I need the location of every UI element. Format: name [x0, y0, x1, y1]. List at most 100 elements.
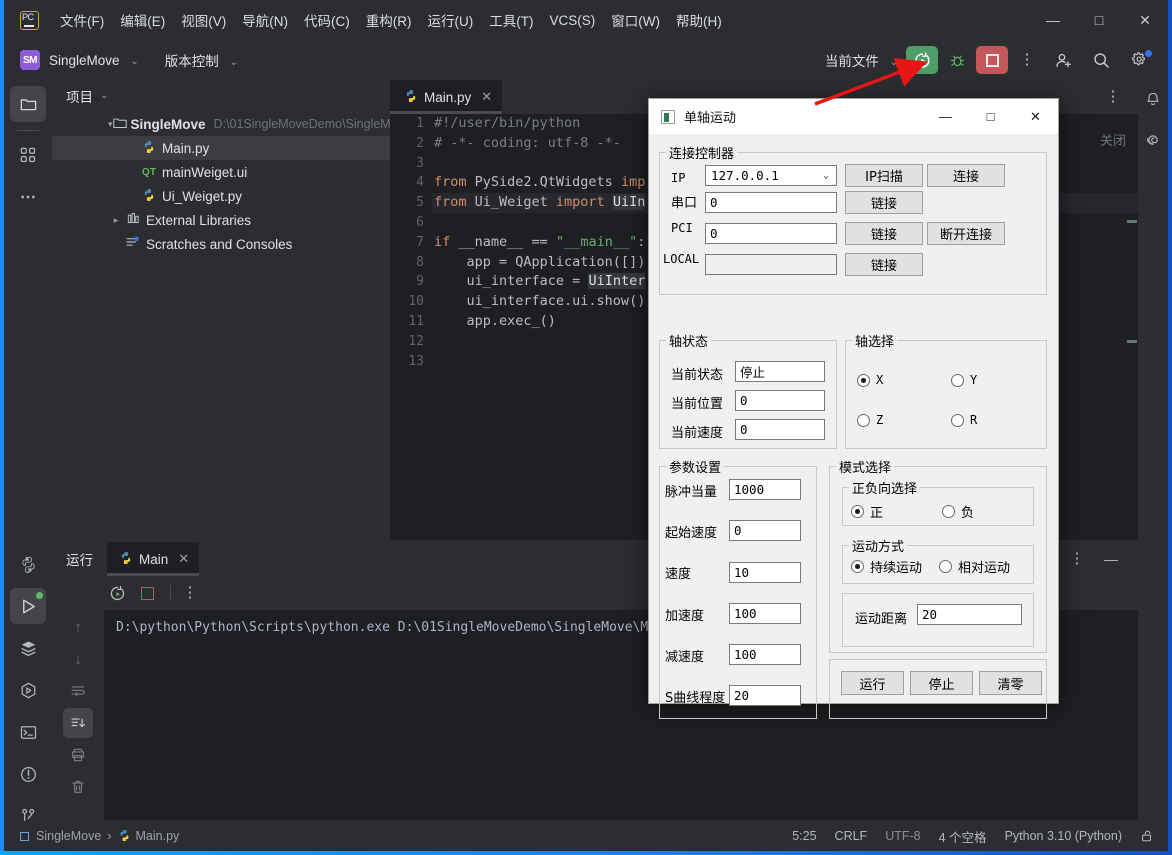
- local-input[interactable]: [705, 254, 837, 275]
- indent-setting[interactable]: 4 个空格: [939, 827, 987, 846]
- current-position-input[interactable]: 0: [735, 390, 825, 411]
- menu-item-run[interactable]: 运行(U): [421, 7, 481, 33]
- project-panel-header[interactable]: 项目 ⌄: [52, 80, 390, 112]
- sidebar-item-services[interactable]: [10, 630, 46, 666]
- axis-radio-y[interactable]: Y: [951, 373, 977, 387]
- stop-icon[interactable]: [134, 581, 160, 605]
- tree-node-singlemove[interactable]: ▾ SingleMove D:\01SingleMoveDemo\SingleM…: [52, 112, 411, 136]
- direction-radio-negative[interactable]: 负: [942, 502, 974, 521]
- serial-port-input[interactable]: 0: [705, 192, 837, 213]
- motion-radio-relative[interactable]: 相对运动: [939, 557, 1010, 576]
- vcs-widget[interactable]: 版本控制 ⌄: [165, 50, 238, 70]
- python-interpreter[interactable]: Python 3.10 (Python): [1005, 829, 1122, 843]
- dialog-maximize-icon[interactable]: □: [968, 99, 1013, 135]
- run-configuration-selector[interactable]: 当前文件 ⌄: [825, 50, 898, 70]
- stop-icon[interactable]: [976, 46, 1008, 74]
- more-vertical-icon[interactable]: ⋮: [177, 581, 203, 605]
- motion-distance-input[interactable]: 20: [917, 604, 1022, 625]
- debug-icon[interactable]: [942, 46, 972, 74]
- close-icon[interactable]: ✕: [1122, 0, 1168, 40]
- minimize-tool-window-icon[interactable]: —: [1096, 545, 1126, 573]
- breadcrumb-file[interactable]: Main.py: [136, 829, 180, 843]
- breadcrumb-project[interactable]: SingleMove: [36, 829, 101, 843]
- file-encoding[interactable]: UTF-8: [885, 829, 920, 843]
- tree-node-mainweigetui[interactable]: QT mainWeiget.ui: [52, 160, 390, 184]
- search-icon[interactable]: [1084, 46, 1118, 74]
- reset-button[interactable]: 清零: [979, 671, 1042, 695]
- unlocked-icon[interactable]: [1140, 829, 1154, 844]
- menu-item-window[interactable]: 窗口(W): [604, 7, 667, 33]
- maximize-icon[interactable]: □: [1076, 0, 1122, 40]
- scroll-up-icon[interactable]: ↑: [63, 612, 93, 642]
- close-icon[interactable]: ✕: [178, 551, 189, 567]
- tree-node-mainpy[interactable]: Main.py: [52, 136, 390, 160]
- menu-item-code[interactable]: 代码(C): [297, 7, 357, 33]
- more-vertical-icon[interactable]: ⋮: [1098, 83, 1128, 111]
- current-speed-input[interactable]: 0: [735, 419, 825, 440]
- sidebar-item-run[interactable]: [10, 588, 46, 624]
- more-vertical-icon[interactable]: ⋮: [1062, 545, 1092, 573]
- more-vertical-icon[interactable]: ⋮: [1012, 46, 1042, 74]
- ai-assistant-spiral-icon[interactable]: [1138, 120, 1168, 160]
- acceleration-input[interactable]: 100: [729, 603, 801, 624]
- line-separator[interactable]: CRLF: [835, 829, 868, 843]
- sidebar-item-structure[interactable]: [10, 137, 46, 173]
- menu-item-navigate[interactable]: 导航(N): [235, 7, 295, 33]
- s-curve-input[interactable]: 20: [729, 685, 801, 706]
- dialog-minimize-icon[interactable]: —: [923, 99, 968, 135]
- add-account-icon[interactable]: [1046, 46, 1080, 74]
- pci-connect-button[interactable]: 链接: [845, 222, 923, 245]
- sidebar-item-problems[interactable]: [10, 756, 46, 792]
- stop-button[interactable]: 停止: [910, 671, 973, 695]
- run-button[interactable]: 运行: [841, 671, 904, 695]
- start-speed-input[interactable]: 0: [729, 520, 801, 541]
- axis-radio-z[interactable]: Z: [857, 413, 883, 427]
- minimize-icon[interactable]: —: [1030, 0, 1076, 40]
- tree-node-external-libraries[interactable]: ▸ External Libraries: [52, 208, 390, 232]
- menu-item-edit[interactable]: 编辑(E): [113, 7, 172, 33]
- disconnect-button[interactable]: 断开连接: [927, 222, 1005, 245]
- caret-position[interactable]: 5:25: [792, 829, 816, 843]
- project-selector[interactable]: SingleMove ⌄: [49, 53, 139, 68]
- current-state-input[interactable]: 停止: [735, 361, 825, 382]
- sidebar-item-project[interactable]: [10, 86, 46, 122]
- axis-radio-x[interactable]: X: [857, 373, 883, 387]
- menu-item-view[interactable]: 视图(V): [174, 7, 233, 33]
- sidebar-item-terminal[interactable]: [10, 714, 46, 750]
- menu-item-refactor[interactable]: 重构(R): [359, 7, 419, 33]
- connect-button[interactable]: 连接: [927, 164, 1005, 187]
- pulse-equivalent-input[interactable]: 1000: [729, 479, 801, 500]
- menu-item-tools[interactable]: 工具(T): [482, 7, 540, 33]
- ip-scan-button[interactable]: IP扫描: [845, 164, 923, 187]
- direction-radio-positive[interactable]: 正: [851, 502, 883, 521]
- sidebar-item-more[interactable]: [10, 179, 46, 215]
- dialog-close-icon[interactable]: ✕: [1013, 99, 1058, 135]
- axis-radio-r[interactable]: R: [951, 413, 977, 427]
- scroll-to-end-icon[interactable]: [63, 708, 93, 738]
- run-with-coverage-icon[interactable]: [906, 46, 938, 74]
- tree-node-scratches[interactable]: Scratches and Consoles: [52, 232, 390, 256]
- sidebar-item-debug[interactable]: [10, 672, 46, 708]
- menu-item-vcs[interactable]: VCS(S): [543, 10, 603, 31]
- sidebar-item-python-console[interactable]: [10, 546, 46, 582]
- editor-tab-mainpy[interactable]: Main.py ✕: [390, 80, 503, 114]
- run-tab-main[interactable]: Main ✕: [107, 542, 200, 576]
- close-icon[interactable]: ✕: [481, 89, 492, 105]
- scroll-down-icon[interactable]: ↓: [63, 644, 93, 674]
- chevron-right-icon[interactable]: ▸: [108, 215, 124, 226]
- local-connect-button[interactable]: 链接: [845, 253, 923, 276]
- single-axis-motion-dialog[interactable]: 单轴运动 — □ ✕ 连接控制器 IP 127.0.0.1 ⌄ IP扫描 连接 …: [648, 98, 1059, 719]
- ip-combobox[interactable]: 127.0.0.1 ⌄: [705, 165, 837, 186]
- soft-wrap-icon[interactable]: [63, 676, 93, 706]
- notifications-bell-icon[interactable]: [1138, 80, 1168, 120]
- deceleration-input[interactable]: 100: [729, 644, 801, 665]
- serial-connect-button[interactable]: 链接: [845, 191, 923, 214]
- print-icon[interactable]: [63, 740, 93, 770]
- menu-item-file[interactable]: 文件(F): [53, 7, 111, 33]
- dialog-title-bar[interactable]: 单轴运动 — □ ✕: [649, 99, 1058, 135]
- rerun-icon[interactable]: [104, 581, 130, 605]
- menu-item-help[interactable]: 帮助(H): [669, 7, 729, 33]
- motion-radio-continuous[interactable]: 持续运动: [851, 557, 922, 576]
- gear-icon[interactable]: [1122, 46, 1156, 74]
- tree-node-uiweigetpy[interactable]: Ui_Weiget.py: [52, 184, 390, 208]
